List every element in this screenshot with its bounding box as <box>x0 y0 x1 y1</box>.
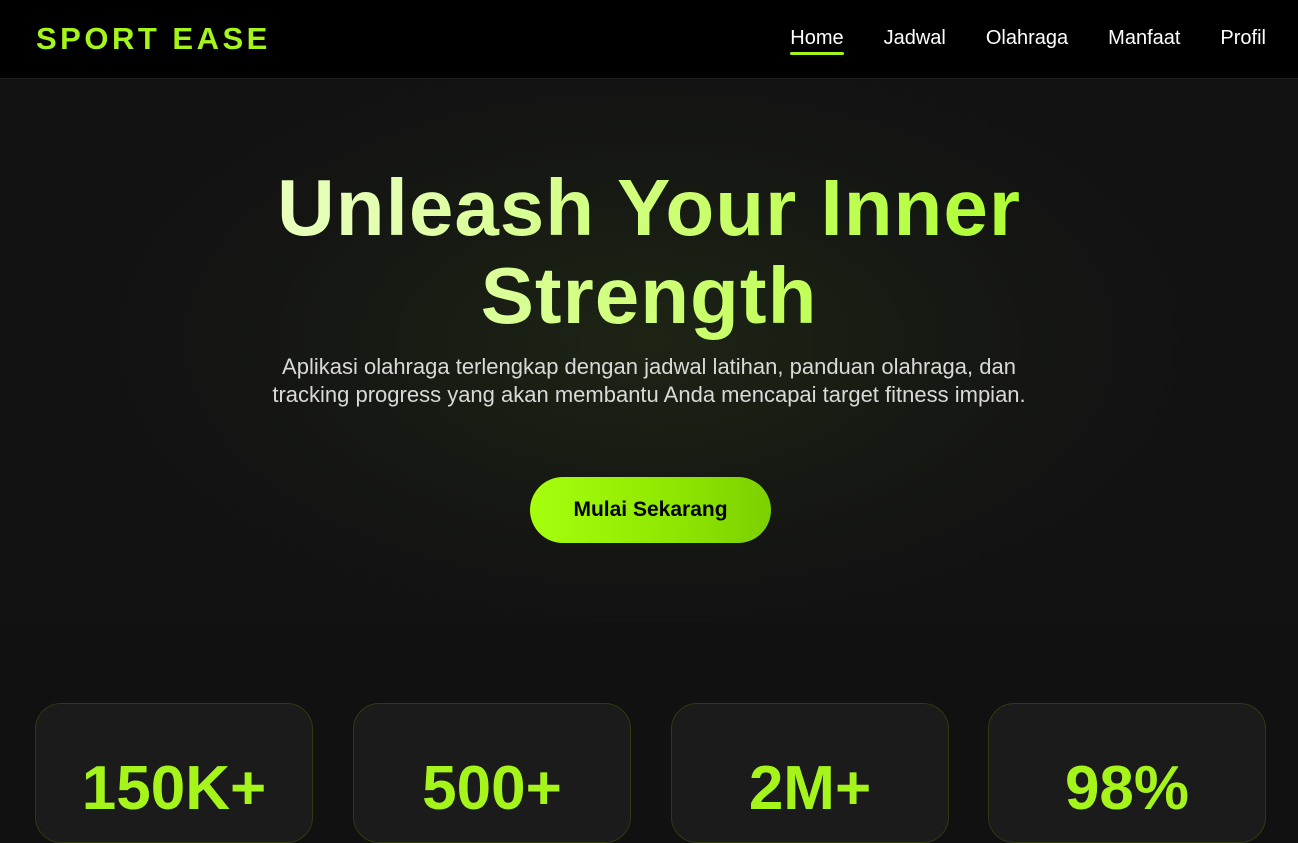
navbar: SPORT EASE Home Jadwal Olahraga Manfaat … <box>0 0 1298 79</box>
stat-value: 98% <box>1064 754 1190 823</box>
nav-link-manfaat[interactable]: Manfaat <box>1108 26 1180 54</box>
hero-title-line1: Unleash Your Inner <box>276 163 1022 252</box>
stat-value: 2M+ <box>748 754 872 823</box>
stat-card: 98% <box>988 703 1266 843</box>
nav-links: Home Jadwal Olahraga Manfaat Profil <box>750 26 1266 55</box>
nav-link-jadwal[interactable]: Jadwal <box>884 26 946 54</box>
hero-description: Aplikasi olahraga terlengkap dengan jadw… <box>272 354 1026 407</box>
nav-link-olahraga[interactable]: Olahraga <box>986 26 1068 54</box>
stat-card: 2M+ <box>671 703 949 843</box>
stat-value: 150K+ <box>81 754 267 823</box>
stat-card: 500+ <box>353 703 631 843</box>
nav-link-profil[interactable]: Profil <box>1220 26 1266 54</box>
stat-card: 150K+ <box>35 703 313 843</box>
start-now-button[interactable]: Mulai Sekarang <box>530 477 771 543</box>
hero-title: Unleash Your Inner Strength <box>0 164 1298 340</box>
hero-section: Unleash Your Inner Strength Aplikasi ola… <box>0 80 1298 623</box>
stats-section: 150K+ 500+ 2M+ 98% <box>0 703 1298 843</box>
nav-link-home[interactable]: Home <box>790 26 844 55</box>
brand-logo[interactable]: SPORT EASE <box>36 22 271 56</box>
stat-value: 500+ <box>422 754 562 823</box>
hero-title-line2: Strength <box>480 251 818 340</box>
